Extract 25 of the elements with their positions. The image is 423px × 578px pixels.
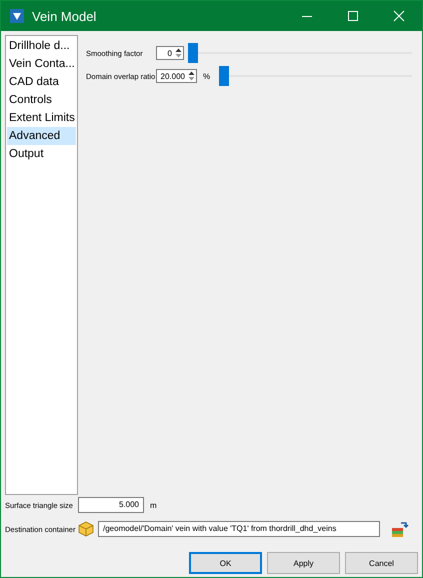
sidebar-item[interactable]: Output [7,145,76,163]
close-icon[interactable] [393,10,405,22]
maximize-icon[interactable] [347,10,359,22]
unit-label: % [203,72,210,80]
slider-thumb[interactable] [188,43,198,63]
sidebar-item[interactable]: Advanced [7,127,76,145]
sidebar-item[interactable]: CAD data [7,73,76,91]
app-logo-icon [10,9,24,23]
spin-box[interactable]: 0 [156,46,184,60]
dialog-button[interactable]: OK [189,552,262,574]
sidebar-item[interactable]: Vein Conta... [7,55,76,73]
dialog-button[interactable]: Apply [267,552,340,574]
sidebar-item[interactable]: Controls [7,91,76,109]
input-field[interactable]: 5.000 [78,497,144,513]
spin-box[interactable]: 20.000 [156,69,197,83]
unit-label: m [150,500,157,510]
dialog-button[interactable]: Cancel [345,552,418,574]
cube-icon [78,521,94,537]
spin-arrows-icon[interactable] [187,70,196,82]
spin-arrows-icon[interactable] [174,47,183,59]
input-field[interactable]: /geomodel/'Domain' vein with value 'TQ1' from thordrill_dhd_veins [98,521,380,537]
window-title: Vein Model [32,8,98,24]
sidebar-item[interactable]: Extent Limits [7,109,76,127]
sidebar-item[interactable]: Drillhole d... [7,37,76,55]
slider-thumb[interactable] [219,66,230,86]
